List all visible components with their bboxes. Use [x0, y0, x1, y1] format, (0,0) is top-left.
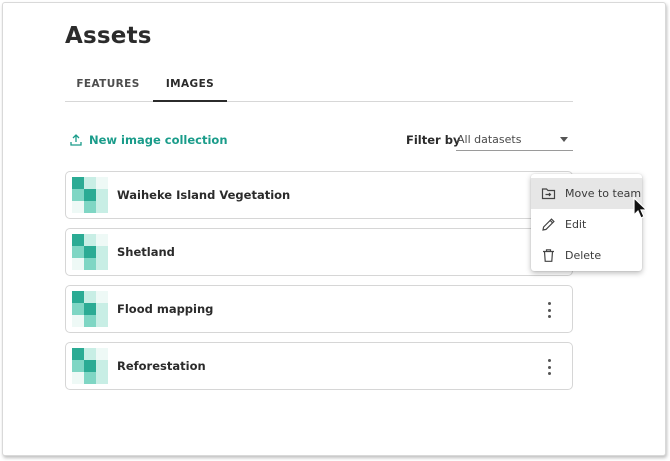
asset-tabs: FEATURES IMAGES: [65, 69, 573, 102]
collection-thumbnail: [72, 177, 108, 213]
dataset-filter-value: All datasets: [457, 133, 522, 146]
dataset-filter-select[interactable]: All datasets: [456, 129, 573, 151]
collection-name: Reforestation: [117, 359, 206, 373]
collection-card[interactable]: Flood mapping: [65, 285, 573, 333]
tab-features[interactable]: FEATURES: [65, 69, 151, 102]
collection-card[interactable]: Shetland: [65, 228, 573, 276]
app-window: Assets FEATURES IMAGES New image collect…: [2, 2, 666, 456]
collection-thumbnail: [72, 291, 108, 327]
menu-item-move-to-team[interactable]: Move to team: [531, 178, 642, 209]
move-to-folder-icon: [541, 188, 556, 200]
new-image-collection-label: New image collection: [89, 133, 228, 147]
more-options-icon[interactable]: [543, 358, 555, 376]
page-title: Assets: [65, 23, 152, 49]
collection-thumbnail: [72, 234, 108, 270]
image-collection-list: Waiheke Island Vegetation Shetland Flood…: [65, 171, 573, 399]
trash-icon: [543, 249, 554, 262]
collection-card[interactable]: Waiheke Island Vegetation: [65, 171, 573, 219]
collection-card[interactable]: Reforestation: [65, 342, 573, 390]
collection-name: Shetland: [117, 245, 175, 259]
menu-item-edit[interactable]: Edit: [531, 209, 642, 240]
menu-item-label: Delete: [565, 249, 602, 262]
menu-item-label: Move to team: [565, 187, 642, 200]
collection-name: Waiheke Island Vegetation: [117, 188, 291, 202]
collection-name: Flood mapping: [117, 302, 214, 316]
filter-label: Filter by: [406, 133, 461, 147]
tab-images[interactable]: IMAGES: [153, 69, 227, 102]
new-image-collection-button[interactable]: New image collection: [70, 133, 228, 147]
caret-down-icon: [560, 137, 568, 142]
menu-item-delete[interactable]: Delete: [531, 240, 642, 271]
collections-toolbar: New image collection Filter by All datas…: [65, 127, 573, 153]
more-options-icon[interactable]: [543, 301, 555, 319]
upload-icon: [70, 134, 82, 146]
collection-thumbnail: [72, 348, 108, 384]
pencil-icon: [542, 218, 555, 231]
menu-item-label: Edit: [565, 218, 587, 231]
collection-context-menu: Move to team Edit Delete: [531, 174, 642, 271]
